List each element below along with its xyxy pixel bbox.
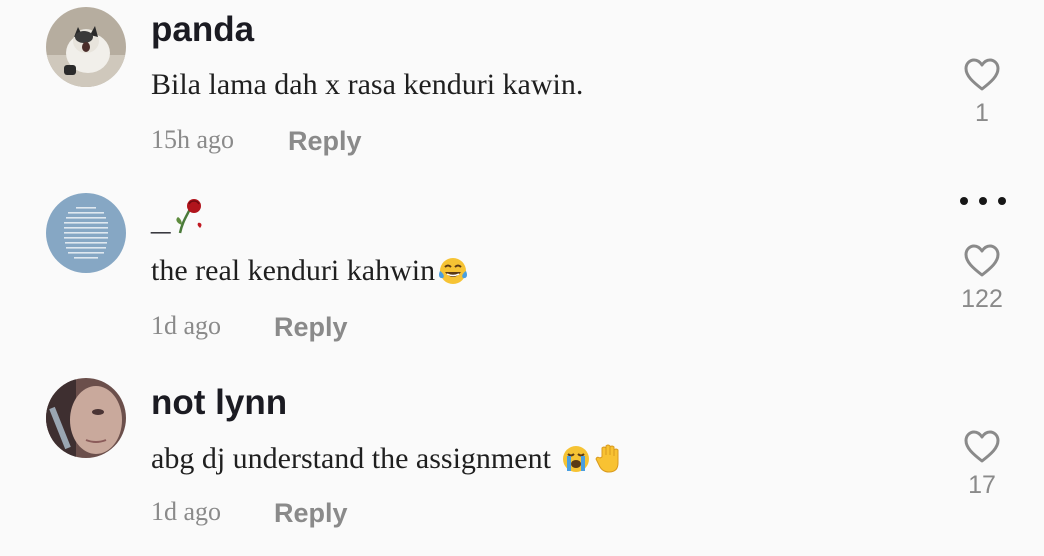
comment-text-content: abg dj understand the assignment bbox=[151, 442, 559, 475]
loudly-crying-face-icon bbox=[563, 446, 590, 472]
like-button[interactable]: 1 bbox=[952, 58, 1012, 128]
reply-button[interactable]: Reply bbox=[274, 312, 348, 343]
like-button[interactable]: 17 bbox=[952, 430, 1012, 500]
heart-icon bbox=[964, 430, 1000, 463]
timestamp: 15h ago bbox=[151, 125, 235, 154]
username-row: _ bbox=[151, 195, 208, 235]
heart-icon bbox=[964, 58, 1000, 91]
avatar[interactable] bbox=[46, 193, 126, 273]
comments-panel: panda Bila lama dah x rasa kenduri kawin… bbox=[0, 0, 1044, 556]
comment-text: the real kenduri kahwin bbox=[151, 254, 469, 288]
selfie-photo-avatar bbox=[46, 378, 126, 458]
raised-hand-icon bbox=[595, 444, 619, 473]
like-button[interactable]: 122 bbox=[952, 244, 1012, 314]
comment-item: not lynn abg dj understand the assignmen… bbox=[0, 366, 1044, 556]
username[interactable]: _ bbox=[151, 200, 170, 235]
cat-photo-avatar bbox=[46, 7, 126, 87]
like-count: 1 bbox=[975, 99, 989, 127]
comment-item: panda Bila lama dah x rasa kenduri kawin… bbox=[0, 0, 1044, 180]
reply-button[interactable]: Reply bbox=[288, 126, 362, 157]
comment-item: _ the real kenduri kahwin 1d ago Reply 1… bbox=[0, 180, 1044, 366]
heart-icon bbox=[964, 244, 1000, 277]
timestamp: 1d ago bbox=[151, 497, 222, 526]
reply-button[interactable]: Reply bbox=[274, 498, 348, 529]
comment-text-content: Bila lama dah x rasa kenduri kawin. bbox=[151, 68, 584, 101]
like-count: 122 bbox=[961, 285, 1003, 313]
avatar[interactable] bbox=[46, 378, 126, 458]
face-with-tears-of-joy-icon bbox=[439, 258, 468, 284]
comment-text: Bila lama dah x rasa kenduri kawin. bbox=[151, 68, 583, 102]
comment-text-content: the real kenduri kahwin bbox=[151, 254, 436, 287]
avatar[interactable] bbox=[46, 7, 126, 87]
comment-text: abg dj understand the assignment bbox=[151, 442, 626, 476]
wilted-rose-icon bbox=[176, 199, 202, 234]
text-quote-avatar bbox=[46, 193, 126, 273]
timestamp: 1d ago bbox=[151, 311, 222, 340]
username[interactable]: panda bbox=[151, 10, 254, 50]
username[interactable]: not lynn bbox=[151, 383, 287, 423]
like-count: 17 bbox=[968, 471, 996, 499]
